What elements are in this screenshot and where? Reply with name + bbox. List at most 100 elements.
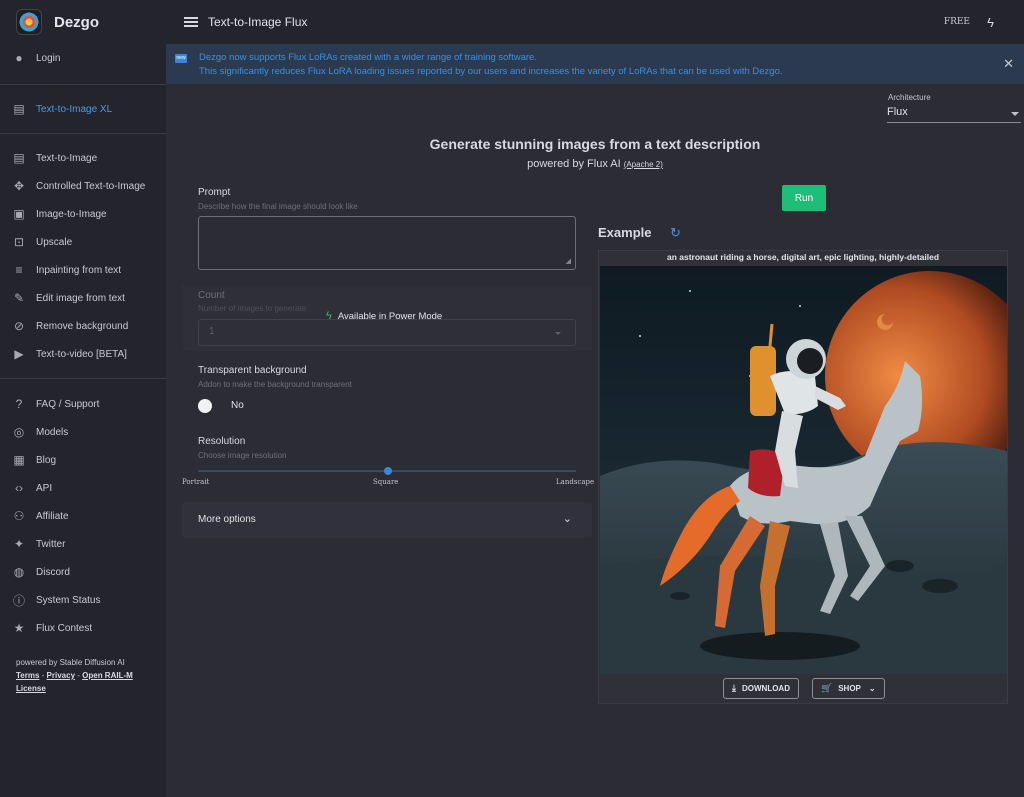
refresh-icon[interactable]: ↻ — [670, 225, 681, 241]
transparent-value: No — [231, 400, 244, 411]
sidebar-item-affiliate[interactable]: ⚇ Affiliate — [0, 502, 166, 530]
sidebar-item-login[interactable]: ● Login — [0, 44, 166, 72]
sidebar-item-twitter[interactable]: ✦ Twitter — [0, 530, 166, 558]
download-button[interactable]: ⤓ DOWNLOAD — [723, 678, 799, 699]
power-mode-notice[interactable]: ϟ Available in Power Mode — [326, 310, 442, 322]
sidebar-item-label: Upscale — [36, 236, 73, 248]
sidebar-item-label: Discord — [36, 566, 70, 578]
sidebar-item-inpainting-from-text[interactable]: ≡ Inpainting from text — [0, 256, 166, 284]
prompt-textarea[interactable]: ◢ — [198, 216, 576, 270]
brand[interactable]: Dezgo — [0, 0, 166, 44]
example-image — [600, 266, 1007, 674]
dezgo-logo — [16, 9, 42, 35]
sidebar-item-controlled-text-to-image[interactable]: ✥ Controlled Text-to-Image — [0, 172, 166, 200]
code-icon: ‹› — [15, 481, 23, 495]
sidebar-item-discord[interactable]: ◍ Discord — [0, 558, 166, 586]
top-bar: Text-to-Image Flux FREE ϟ — [166, 0, 1024, 44]
sidebar-item-label: Flux Contest — [36, 622, 93, 634]
resolution-option-portrait[interactable]: Portrait — [182, 478, 209, 486]
more-options-label: More options — [198, 514, 256, 525]
sidebar-item-label: Controlled Text-to-Image — [36, 180, 146, 192]
example-title: Example — [598, 225, 652, 240]
count-label: Count — [198, 290, 225, 301]
transparent-toggle[interactable] — [198, 399, 212, 413]
models-icon: ◎ — [13, 425, 25, 439]
license-link[interactable]: (Apache 2) — [624, 160, 663, 169]
blog-icon: ▦ — [13, 453, 25, 467]
cart-icon: 🛒 — [821, 683, 833, 693]
license-link[interactable]: License — [16, 684, 46, 693]
architecture-select[interactable]: Flux — [887, 103, 1021, 123]
sidebar-item-label: Affiliate — [36, 510, 69, 522]
sidebar-item-api[interactable]: ‹› API — [0, 474, 166, 502]
sidebar-item-label: Remove background — [36, 320, 129, 332]
run-button[interactable]: Run — [782, 185, 826, 211]
sidebar-item-text-to-image-xl[interactable]: ▤ Text-to-Image XL — [0, 95, 166, 123]
sidebar-item-upscale[interactable]: ⊡ Upscale — [0, 228, 166, 256]
remove-bg-icon: ⊘ — [13, 319, 25, 333]
sidebar-item-label: API — [36, 482, 53, 494]
sidebar-item-flux-contest[interactable]: ★ Flux Contest — [0, 614, 166, 642]
info-icon: ⓘ — [12, 593, 25, 608]
transparent-hint: Addon to make the background transparent — [198, 380, 352, 389]
sidebar-item-system-status[interactable]: ⓘ System Status — [0, 586, 166, 614]
close-icon[interactable]: ✕ — [1003, 56, 1014, 72]
resolution-option-square[interactable]: Square — [373, 478, 398, 486]
sidebar-item-label: Login — [36, 52, 61, 64]
power-mode-text: Available in Power Mode — [337, 310, 443, 322]
chevron-down-icon: ⌄ — [562, 513, 572, 525]
account-icon: ● — [15, 51, 23, 65]
shop-button[interactable]: 🛒 SHOP ⌄ — [812, 678, 885, 699]
sidebar-item-blog[interactable]: ▦ Blog — [0, 446, 166, 474]
download-icon: ⤓ — [732, 683, 736, 693]
divider — [0, 378, 166, 379]
sidebar-item-text-to-image[interactable]: ▤ Text-to-Image — [0, 144, 166, 172]
edit-icon: ✎ — [13, 291, 25, 305]
sidebar-item-label: Image-to-Image — [36, 208, 107, 220]
menu-icon[interactable] — [184, 15, 198, 29]
sidebar: Dezgo ● Login ▤ Text-to-Image XL ▤ Text-t… — [0, 0, 166, 797]
sidebar-footer: powered by Stable Diffusion AI Terms - P… — [0, 656, 166, 695]
bolt-icon[interactable]: ϟ — [987, 15, 994, 30]
plan-badge[interactable]: FREE — [944, 17, 970, 27]
sidebar-item-models[interactable]: ◎ Models — [0, 418, 166, 446]
sidebar-item-label: Blog — [36, 454, 57, 466]
resolution-hint: Choose image resolution — [198, 451, 287, 460]
twitter-icon: ✦ — [13, 537, 25, 551]
terms-link[interactable]: Terms — [16, 671, 39, 680]
example-caption: an astronaut riding a horse, digital art… — [666, 252, 940, 262]
sidebar-item-faq-support[interactable]: ? FAQ / Support — [0, 390, 166, 418]
count-select[interactable]: 1 — [198, 319, 576, 346]
chevron-down-icon — [1011, 112, 1019, 116]
rail-link[interactable]: Open RAIL-M — [82, 671, 133, 680]
subheadline: powered by Flux AI (Apache 2) — [166, 158, 1024, 170]
sidebar-item-label: Inpainting from text — [36, 264, 122, 276]
download-label: DOWNLOAD — [741, 684, 790, 693]
astronaut-horse-illustration — [600, 266, 1007, 674]
sidebar-item-text-to-video-beta[interactable]: ▶ Text-to-video [BETA] — [0, 340, 166, 368]
text-icon: ▤ — [13, 151, 25, 165]
inpaint-icon: ≡ — [15, 263, 23, 277]
sidebar-item-image-to-image[interactable]: ▣ Image-to-Image — [0, 200, 166, 228]
resolution-option-landscape[interactable]: Landscape — [556, 478, 594, 486]
sidebar-item-label: Text-to-video [BETA] — [36, 348, 127, 360]
banner-line-1: Dezgo now supports Flux LoRAs created wi… — [199, 52, 537, 63]
sidebar-item-edit-image-from-text[interactable]: ✎ Edit image from text — [0, 284, 166, 312]
help-icon: ? — [15, 397, 23, 411]
privacy-link[interactable]: Privacy — [47, 671, 75, 680]
resize-handle-icon[interactable]: ◢ — [566, 257, 571, 265]
transparent-label: Transparent background — [198, 365, 307, 376]
image-icon: ▣ — [13, 207, 25, 221]
star-icon: ★ — [13, 621, 25, 635]
sidebar-item-remove-background[interactable]: ⊘ Remove background — [0, 312, 166, 340]
more-options-accordion[interactable]: More options ⌄ — [182, 502, 592, 538]
resolution-slider-handle[interactable] — [384, 467, 392, 475]
sidebar-item-label: Edit image from text — [36, 292, 125, 304]
bolt-icon: ϟ — [326, 310, 332, 322]
sidebar-item-label: Text-to-Image XL — [36, 103, 113, 115]
sidebar-item-label: FAQ / Support — [36, 398, 100, 410]
prompt-label: Prompt — [198, 187, 231, 198]
brand-name: Dezgo — [54, 13, 99, 31]
chat-icon: ▤ — [13, 102, 25, 116]
sidebar-item-label: Text-to-Image — [36, 152, 98, 164]
